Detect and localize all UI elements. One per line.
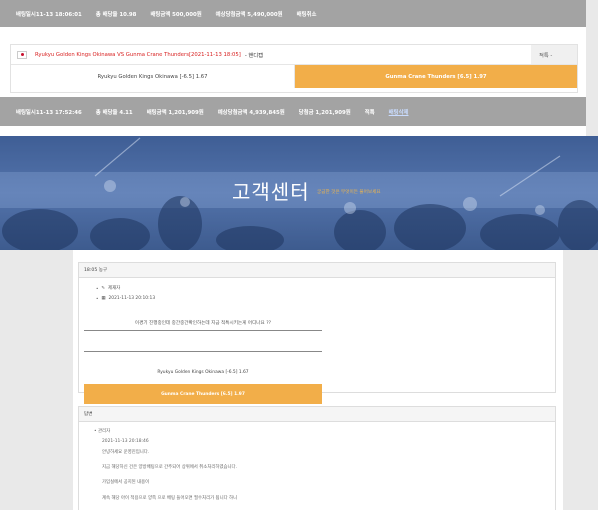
answer-header: 답변 (79, 407, 555, 422)
bullet-icon: • (96, 285, 99, 291)
answer-line: 계속 해당 아이 적용으로 양쪽 으로 배팅 들어오면 필수처리가 됩니다 하니 (102, 496, 238, 501)
answer-post: 답변 • 관리자 2021-11-13 20:18:46 안녕하세요 운영진입니… (78, 406, 556, 510)
expected-win: 예상당첨금액 5,490,000원 (215, 11, 283, 18)
bet-amount-2: 배팅금액 1,201,909원 (146, 109, 204, 116)
answer-date: 2021-11-13 20:18:46 (102, 439, 149, 444)
divider (84, 351, 322, 352)
page: 배팅일시11-13 18:06:01 총 배당율 10.98 배팅금액 500,… (0, 0, 598, 510)
bet-status: 적특 (364, 109, 375, 116)
total-odds-2: 총 배당율 4.11 (95, 109, 133, 116)
answer-line: 지금 해당하신 건은 양방배팅으로 간주되어 상위에서 취소처리하였습니다. (102, 465, 237, 470)
banner-subtitle: 궁금한 것은 무엇이든 물어보세요 (317, 190, 381, 195)
answer-author: • 관리자 (94, 428, 110, 434)
post-author: 제재자 (108, 286, 121, 291)
home-pick: Ryukyu Golden Kings Okinawa [-6.5] 1.67 (11, 65, 295, 88)
bet-amount: 배팅금액 500,000원 (150, 11, 202, 18)
post-date: 2021-11-13 20:10:13 (108, 296, 156, 301)
winnings: 당첨금 1,201,909원 (298, 109, 351, 116)
japan-flag-icon (17, 50, 27, 59)
author-meta: • ✎ 제재자 (96, 285, 121, 292)
answer-line: 안녕하세요 운영진입니다. (102, 450, 150, 455)
question-text: 이경기 진행중인데 중간중간확인하는데 지금 적특시키는게 어디나요 ?? (134, 321, 272, 326)
answer-author-name: 관리자 (98, 429, 111, 434)
away-pick-selected: Gunma Crane Thunders [6.5] 1.97 (295, 65, 577, 88)
post-header: 18:05 농구 (79, 263, 555, 278)
total-odds: 총 배당율 10.98 (95, 11, 137, 18)
match-teams: Ryukyu Golden Kings Okinawa VS Gunma Cra… (35, 51, 241, 58)
date-meta: • ▦ 2021-11-13 20:10:13 (96, 296, 155, 301)
bullet-icon: • (96, 296, 99, 301)
bet-time: 배팅일시11-13 18:06:01 (16, 11, 82, 18)
bet-time-2: 배팅일시11-13 17:52:46 (16, 109, 82, 116)
bet-summary-bar: 배팅일시11-13 18:06:01 총 배당율 10.98 배팅금액 500,… (0, 0, 586, 27)
banner-title: 고객센터 (232, 180, 310, 204)
customer-center-banner: 고객센터 궁금한 것은 무엇이든 물어보세요 (0, 136, 598, 250)
bet-summary-bar-2: 배팅일시11-13 17:52:46 총 배당율 4.11 배팅금액 1,201… (0, 97, 586, 126)
match-box: Ryukyu Golden Kings Okinawa VS Gunma Cra… (10, 44, 578, 93)
bet-history-panel: 배팅일시11-13 18:06:01 총 배당율 10.98 배팅금액 500,… (0, 0, 586, 136)
away-pick-selected: Gunma Crane Thunders [6.5] 1.97 (84, 384, 322, 404)
match-status: 적특 - (531, 45, 577, 64)
pick-row: Ryukyu Golden Kings Okinawa [-6.5] 1.67 … (11, 65, 577, 88)
calendar-icon: ▦ (101, 296, 106, 301)
delete-bet-link[interactable]: 배팅삭제 (389, 108, 409, 116)
divider (84, 330, 322, 331)
inquiry-post: 18:05 농구 • ✎ 제재자 • ▦ 2021-11-13 20:10:13… (78, 262, 556, 404)
home-pick: Ryukyu Golden Kings Okinawa [-6.5] 1.67 (157, 370, 249, 375)
expected-win-2: 예상당첨금액 4,939,845원 (217, 109, 285, 116)
bullet-icon: • (94, 429, 97, 434)
answer-line: 가입실에서 공지된 내용이 (102, 480, 150, 485)
match-row: Ryukyu Golden Kings Okinawa VS Gunma Cra… (11, 45, 577, 65)
cancel-bet-button[interactable]: 배팅취소 (297, 10, 317, 18)
match-result: - 핸디캡 (244, 52, 264, 59)
pencil-icon: ✎ (101, 285, 106, 291)
inquiry-card: 18:05 농구 • ✎ 제재자 • ▦ 2021-11-13 20:10:13… (73, 250, 563, 510)
